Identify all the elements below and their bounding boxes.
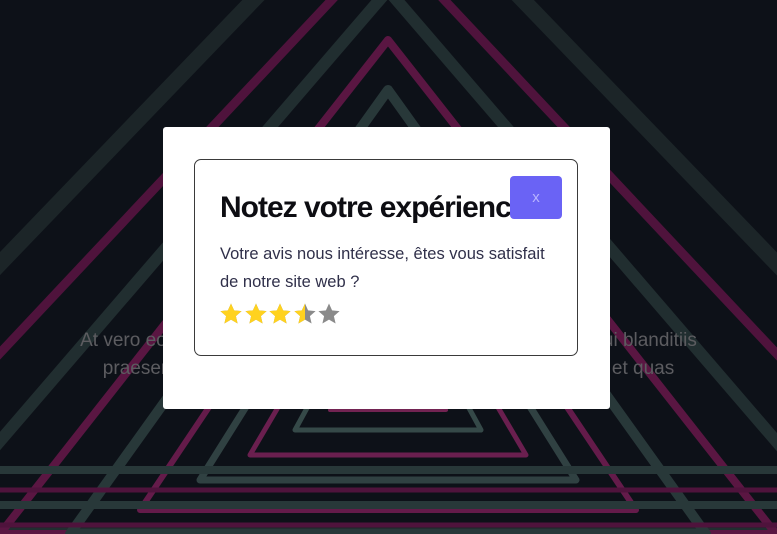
star-rating[interactable] (219, 301, 342, 327)
star-icon[interactable] (317, 302, 341, 326)
rating-card: Notez votre expérience x Votre avis nous… (194, 159, 578, 356)
star-icon[interactable] (244, 302, 268, 326)
star-icon[interactable] (293, 302, 317, 326)
rating-modal: Notez votre expérience x Votre avis nous… (163, 127, 610, 409)
page: Expérience de la At vero eos et accusamu… (0, 0, 777, 534)
star-icon[interactable] (219, 302, 243, 326)
star-icon[interactable] (268, 302, 292, 326)
close-button[interactable]: x (510, 176, 562, 219)
modal-title: Notez votre expérience (220, 191, 527, 224)
modal-message: Votre avis nous intéresse, êtes vous sat… (220, 245, 545, 291)
